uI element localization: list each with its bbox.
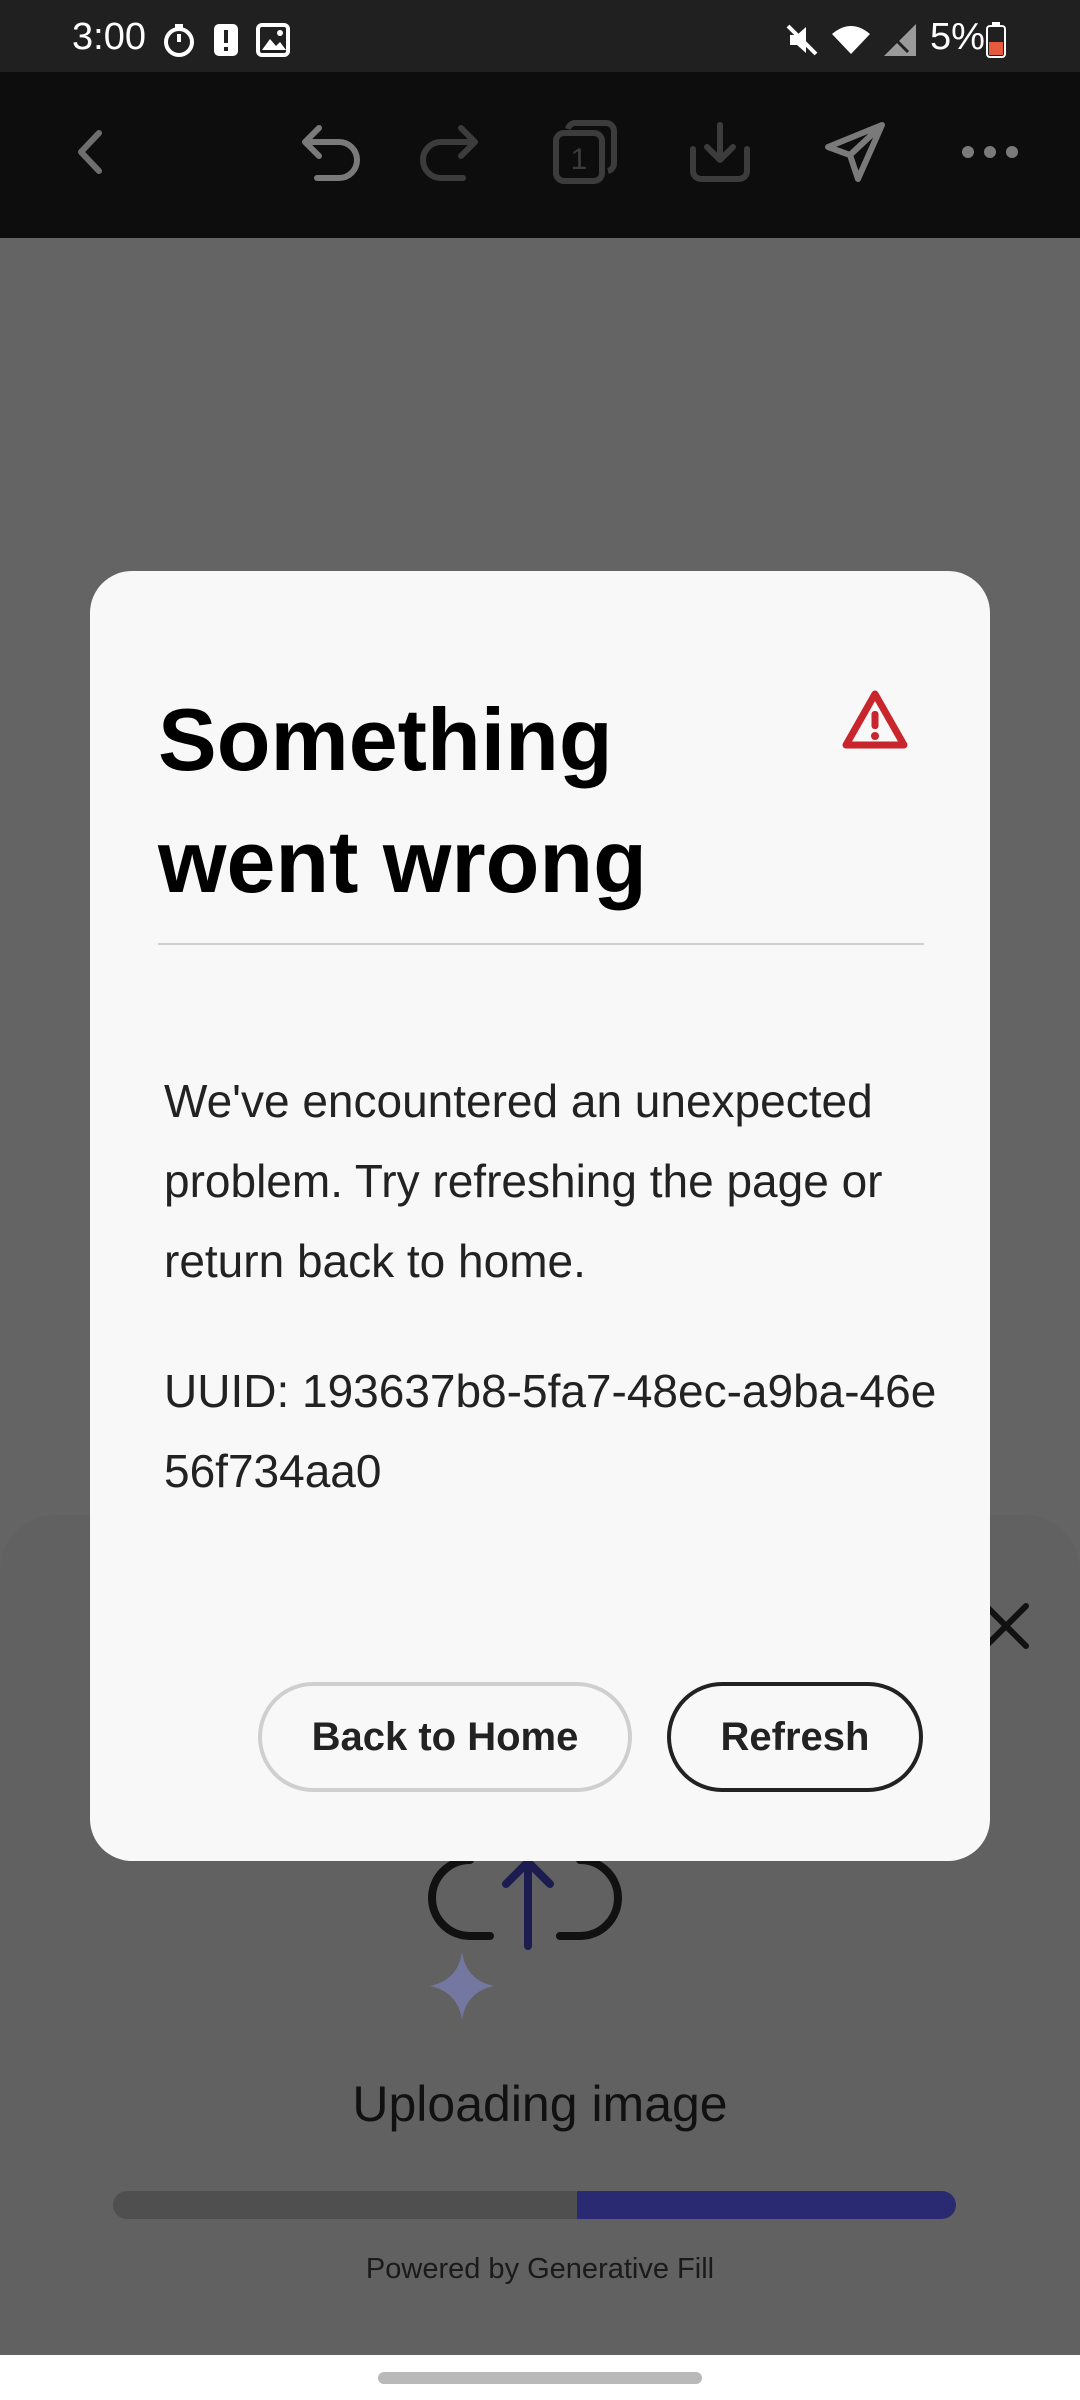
timer-icon	[164, 24, 194, 57]
status-time: 3:00	[72, 16, 146, 58]
mute-icon	[786, 24, 818, 56]
redo-icon	[420, 125, 478, 181]
alert-icon	[842, 690, 908, 749]
send-icon	[825, 122, 885, 182]
download-icon	[690, 122, 750, 182]
undo-icon	[302, 125, 360, 181]
editor-toolbar: 1	[0, 72, 1080, 238]
dialog-uuid: UUID: 193637b8-5fa7-48ec-a9ba-46e56f734a…	[164, 1365, 937, 1497]
back-icon	[78, 130, 102, 174]
uploading-label: Uploading image	[352, 2076, 728, 2132]
battery-icon	[986, 22, 1006, 58]
wifi-icon	[832, 26, 870, 54]
more-button[interactable]	[945, 112, 1035, 192]
pages-icon: 1	[553, 120, 617, 184]
powered-by-label: Powered by Generative Fill	[365, 2253, 715, 2285]
refresh-button[interactable]: Refresh	[667, 1682, 923, 1792]
image-notification-icon	[256, 23, 290, 57]
dialog-message: We've encountered an unexpected problem.…	[164, 1075, 883, 1287]
undo-button[interactable]	[285, 112, 375, 192]
dialog-divider	[158, 943, 924, 945]
upload-progress-bar	[113, 2191, 956, 2219]
pages-button[interactable]: 1	[540, 112, 630, 192]
redo-button[interactable]	[405, 112, 495, 192]
send-button[interactable]	[810, 112, 900, 192]
error-dialog: Something went wrong We've encountered a…	[90, 571, 990, 1861]
dialog-title: Something went wrong	[158, 690, 647, 911]
alert-notification-icon	[214, 24, 238, 56]
home-indicator[interactable]	[378, 2372, 702, 2384]
signal-icon	[884, 24, 916, 56]
back-to-home-button[interactable]: Back to Home	[258, 1682, 632, 1792]
status-bar: 3:00 5%	[0, 0, 1080, 72]
upload-progress-fill	[576, 2191, 956, 2219]
upload-cloud-icon	[428, 1856, 622, 2020]
svg-text:1: 1	[571, 143, 588, 176]
more-icon	[962, 146, 1018, 158]
sparkle-icon	[430, 1952, 494, 2020]
download-button[interactable]	[675, 112, 765, 192]
battery-percent: 5%	[930, 16, 985, 58]
back-button[interactable]	[45, 112, 135, 192]
